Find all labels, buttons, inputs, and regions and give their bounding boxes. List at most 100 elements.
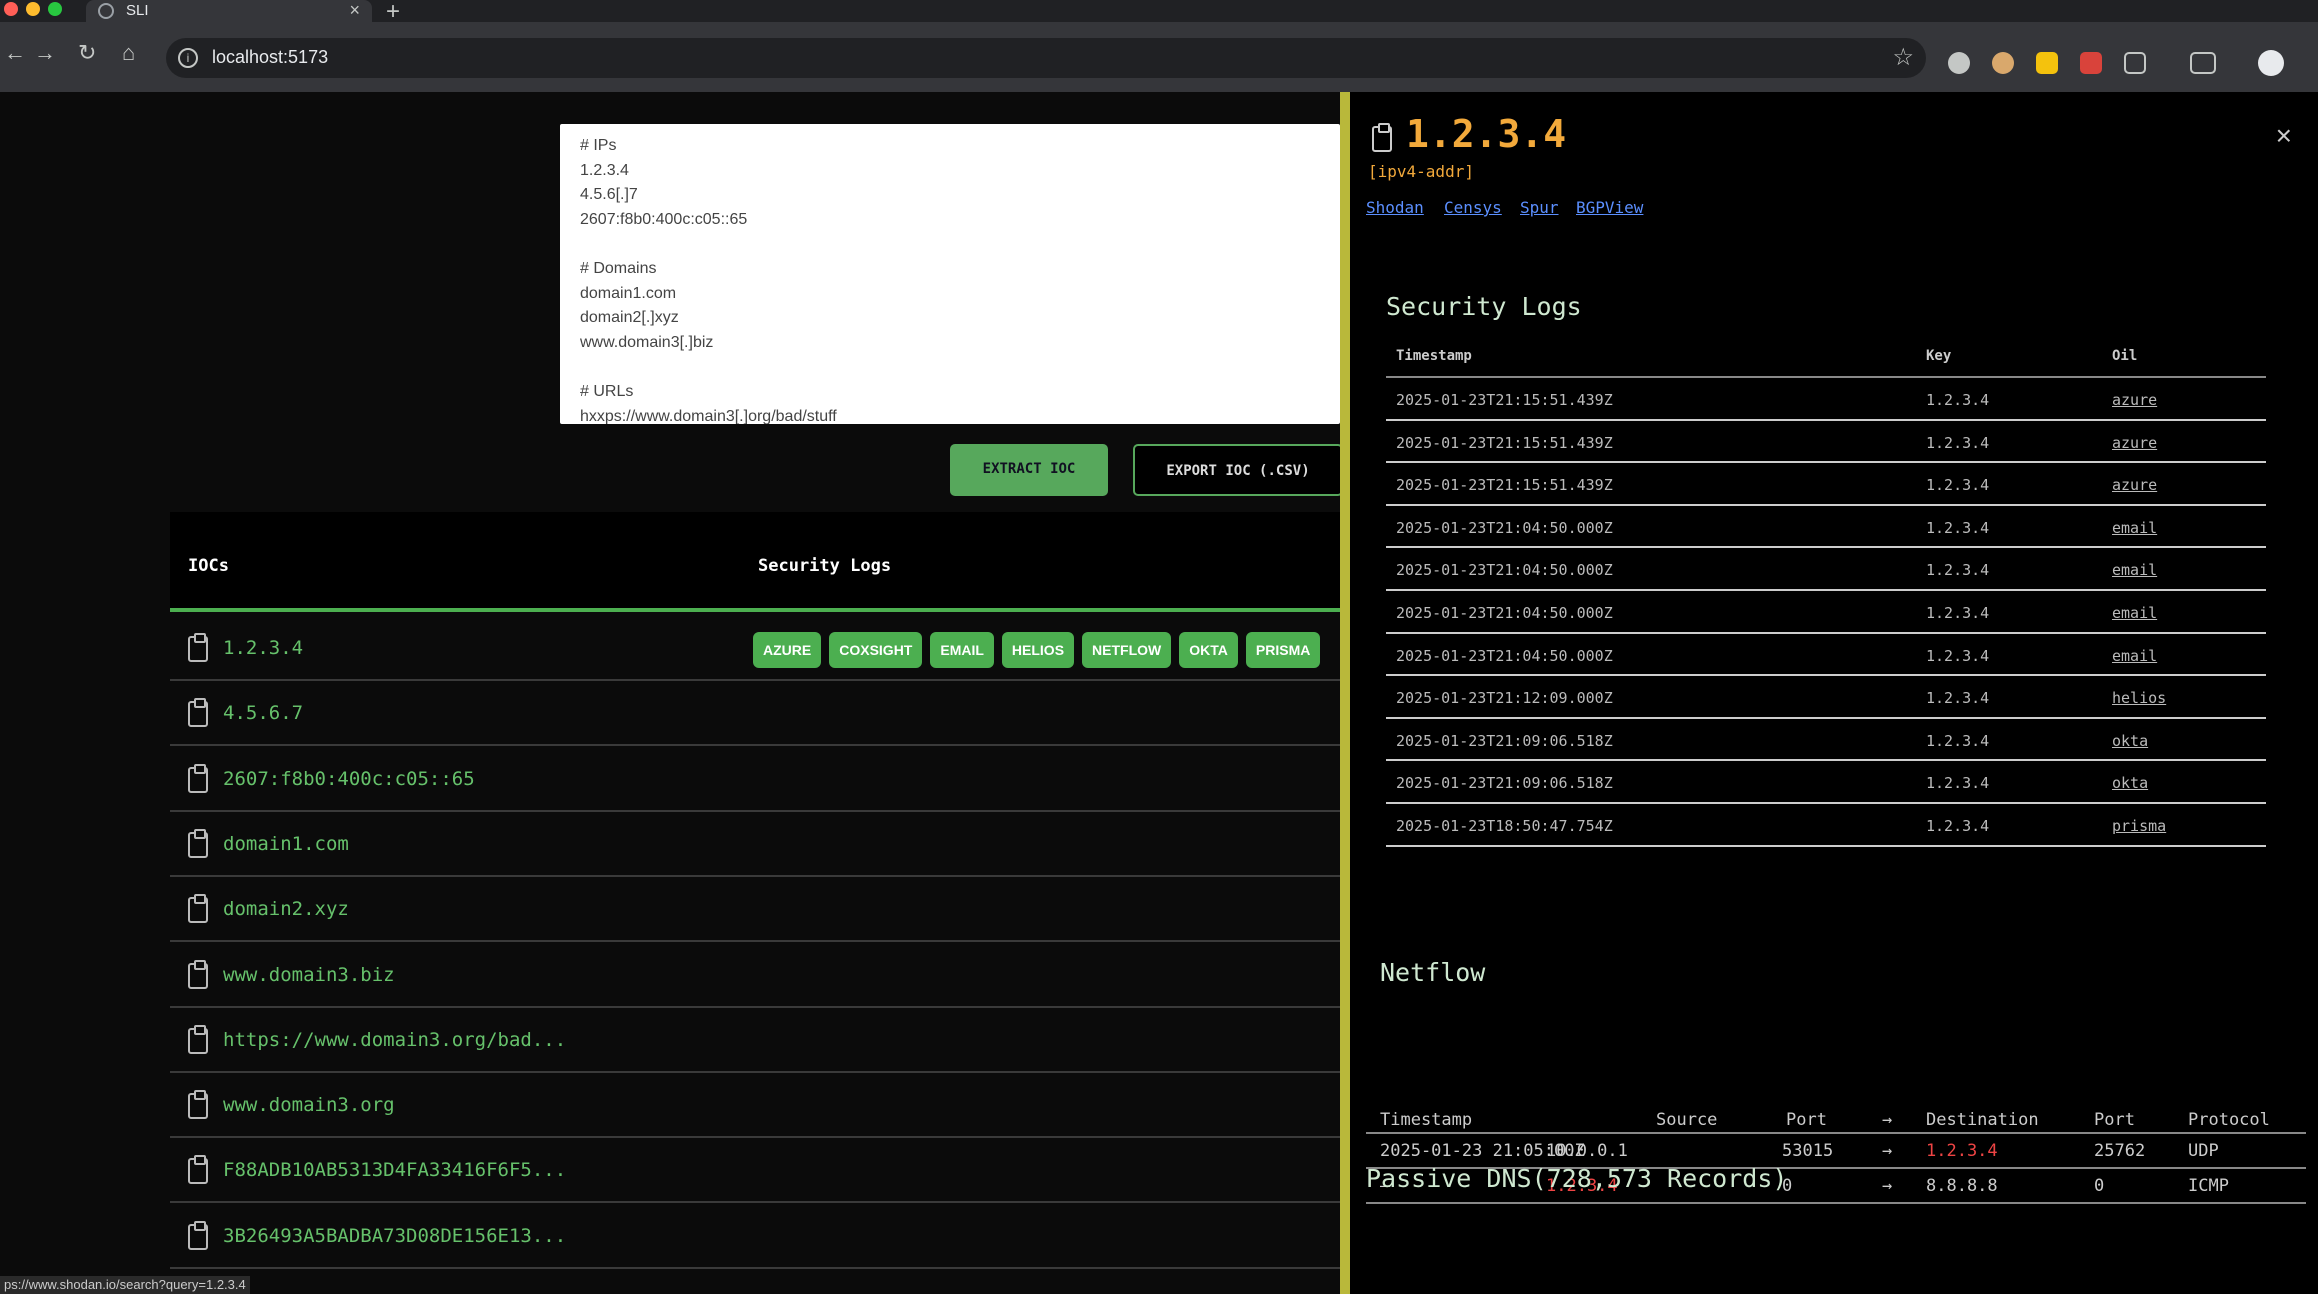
back-icon[interactable]: ← [4, 40, 26, 66]
security-log-badge[interactable]: COXSIGHT [829, 632, 923, 668]
security-log-badge[interactable]: HELIOS [1001, 632, 1075, 668]
extension-cookie-icon[interactable] [1992, 52, 2014, 74]
ioc-table-row[interactable]: https://www.domain3.org/bad... [170, 1008, 1340, 1073]
ioc-input-textarea[interactable]: # IPs 1.2.3.4 4.5.6[.]7 2607:f8b0:400c:c… [560, 124, 1340, 424]
log-oil-link[interactable]: email [2112, 647, 2157, 665]
netflow-source-port: 53015 [1782, 1141, 1834, 1161]
copy-clipboard-icon[interactable] [188, 763, 208, 793]
log-key: 1.2.3.4 [1926, 391, 1990, 409]
ioc-table-row[interactable]: www.domain3.biz [170, 943, 1340, 1008]
side-panel-icon[interactable] [2190, 52, 2216, 74]
close-panel-icon[interactable]: × [2276, 120, 2292, 152]
copy-clipboard-icon[interactable] [188, 1090, 208, 1120]
ioc-value[interactable]: 2607:f8b0:400c:c05::65 [223, 768, 475, 790]
copy-clipboard-icon[interactable] [1372, 123, 1392, 152]
spur-link[interactable]: Spur [1520, 198, 1559, 217]
security-log-badge[interactable]: PRISMA [1245, 632, 1321, 668]
ioc-table-row[interactable]: 1.2.3.4 AZURE COXSIGHT EMAIL HELIOS NETFLOW OK… [170, 616, 1340, 681]
ioc-table-row[interactable]: 3B26493A5BADBA73D08DE156E13... [170, 1204, 1340, 1269]
copy-clipboard-icon[interactable] [188, 1024, 208, 1054]
netflow-col-timestamp: Timestamp [1380, 1110, 1473, 1130]
address-url[interactable]: localhost:5173 [212, 47, 328, 68]
ioc-table-row[interactable]: domain2.xyz [170, 877, 1340, 943]
copy-clipboard-icon[interactable] [188, 1220, 208, 1250]
log-oil-link[interactable]: azure [2112, 434, 2157, 452]
log-key: 1.2.3.4 [1926, 689, 1990, 708]
ioc-table-row[interactable]: 2607:f8b0:400c:c05::65 [170, 747, 1340, 812]
log-key: 1.2.3.4 [1926, 518, 1990, 537]
tab-close-icon[interactable]: × [349, 0, 360, 21]
copy-clipboard-icon[interactable] [188, 959, 208, 989]
ioc-table-row[interactable]: 4.5.6.7 [170, 681, 1340, 747]
ioc-value[interactable]: www.domain3.org [223, 1094, 395, 1116]
ioc-value[interactable]: domain2.xyz [223, 898, 349, 920]
ioc-value[interactable]: 4.5.6.7 [223, 702, 303, 724]
netflow-col-protocol: Protocol [2188, 1110, 2270, 1130]
ioc-value[interactable]: 1.2.3.4 [223, 637, 303, 659]
security-log-row: 2025-01-23T21:15:51.439Z 1.2.3.4 azure [1386, 421, 2266, 464]
window-minimize-control[interactable] [26, 2, 40, 16]
copy-clipboard-icon[interactable] [188, 633, 208, 662]
address-bar[interactable]: i localhost:5173 ☆ [166, 38, 1926, 78]
ioc-table-row[interactable]: F88ADB10AB5313D4FA33416F6F5... [170, 1138, 1340, 1204]
col-header-iocs: IOCs [188, 556, 229, 576]
reload-icon[interactable]: ↻ [78, 40, 96, 66]
log-oil-link[interactable]: email [2112, 604, 2157, 622]
export-ioc-csv-button[interactable]: EXPORT IOC (.CSV) [1133, 444, 1343, 496]
bookmark-star-icon[interactable]: ☆ [1892, 43, 1914, 72]
censys-link[interactable]: Censys [1444, 198, 1502, 217]
netflow-title: Netflow [1380, 958, 1486, 987]
security-log-row: 2025-01-23T21:04:50.000Z 1.2.3.4 email [1386, 591, 2266, 634]
log-oil-link[interactable]: email [2112, 561, 2157, 579]
security-log-badge[interactable]: OKTA [1179, 632, 1238, 668]
log-key: 1.2.3.4 [1926, 774, 1990, 793]
log-oil-link[interactable]: azure [2112, 476, 2157, 494]
shodan-link[interactable]: Shodan [1366, 198, 1424, 217]
log-timestamp: 2025-01-23T21:09:06.518Z [1396, 731, 1613, 750]
log-oil-link[interactable]: okta [2112, 774, 2148, 792]
home-icon[interactable]: ⌂ [122, 40, 135, 66]
copy-clipboard-icon[interactable] [188, 698, 208, 728]
security-log-row: 2025-01-23T21:15:51.439Z 1.2.3.4 azure [1386, 378, 2266, 421]
extension-yellow-icon[interactable] [2036, 52, 2058, 74]
extension-shield-icon[interactable] [1948, 52, 1970, 74]
extensions-puzzle-icon[interactable] [2124, 52, 2146, 74]
window-maximize-control[interactable] [48, 2, 62, 16]
log-col-key: Key [1926, 348, 1952, 364]
log-oil-link[interactable]: email [2112, 519, 2157, 537]
ioc-value[interactable]: www.domain3.biz [223, 964, 395, 986]
log-key: 1.2.3.4 [1926, 604, 1990, 622]
forward-icon[interactable]: → [34, 40, 56, 66]
ioc-value[interactable]: 3B26493A5BADBA73D08DE156E13... [223, 1225, 566, 1247]
security-log-row: 2025-01-23T21:09:06.518Z 1.2.3.4 okta [1386, 719, 2266, 762]
ioc-table-row[interactable]: www.domain3.org [170, 1073, 1340, 1139]
ioc-value[interactable]: https://www.domain3.org/bad... [223, 1029, 566, 1051]
panel-resize-handle[interactable] [1340, 92, 1350, 1294]
log-oil-link[interactable]: prisma [2112, 817, 2166, 835]
netflow-protocol: ICMP [2188, 1176, 2229, 1196]
log-timestamp: 2025-01-23T21:04:50.000Z [1396, 561, 1613, 580]
security-log-row: 2025-01-23T21:04:50.000Z 1.2.3.4 email [1386, 634, 2266, 677]
copy-clipboard-icon[interactable] [188, 1155, 208, 1185]
extension-red-icon[interactable] [2080, 52, 2102, 74]
copy-clipboard-icon[interactable] [188, 894, 208, 924]
globe-icon [98, 3, 114, 19]
profile-avatar[interactable] [2258, 50, 2284, 76]
ioc-value[interactable]: domain1.com [223, 833, 349, 855]
log-oil-link[interactable]: azure [2112, 391, 2157, 409]
bgpview-link[interactable]: BGPView [1576, 198, 1643, 217]
browser-tab[interactable]: SLI × [86, 0, 372, 22]
ioc-table-row[interactable]: domain1.com [170, 812, 1340, 877]
log-timestamp: 2025-01-23T21:15:51.439Z [1396, 433, 1613, 452]
security-log-badge[interactable]: AZURE [753, 632, 822, 668]
log-oil-link[interactable]: helios [2112, 689, 2166, 707]
site-info-icon[interactable]: i [178, 48, 198, 68]
extract-ioc-button[interactable]: EXTRACT IOC [950, 444, 1108, 496]
copy-clipboard-icon[interactable] [188, 828, 208, 858]
window-close-control[interactable] [4, 2, 18, 16]
log-oil-link[interactable]: okta [2112, 732, 2148, 750]
netflow-arrow: → [1882, 1141, 1893, 1161]
security-log-badge[interactable]: EMAIL [930, 632, 994, 668]
security-log-badge[interactable]: NETFLOW [1082, 632, 1172, 668]
ioc-value[interactable]: F88ADB10AB5313D4FA33416F6F5... [223, 1159, 566, 1181]
